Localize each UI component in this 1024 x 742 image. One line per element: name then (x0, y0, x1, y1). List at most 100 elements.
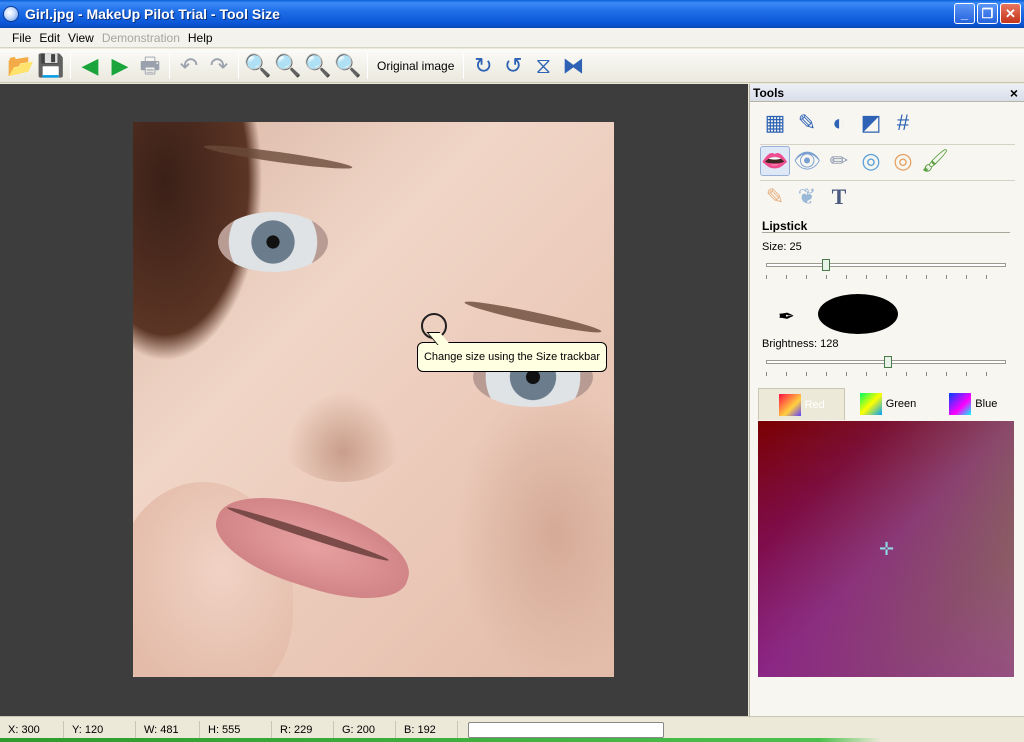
tab-blue[interactable]: Blue (931, 388, 1016, 420)
toolbar: 📂 💾 ◀ ▶ 🖶 ↶ ↷ 🔍 🔍 🔍 🔍 Original image ↻ ↺… (0, 49, 1024, 83)
channel-tabs: Red Green Blue (758, 388, 1016, 420)
photo-image[interactable] (133, 122, 614, 677)
app-icon[interactable] (3, 6, 19, 22)
arrow-right-icon: ▶ (111, 52, 129, 78)
tool-lipstick-button[interactable]: 👄 (760, 146, 790, 176)
arrow-left-icon: ◀ (81, 52, 99, 78)
zoom-out-button[interactable]: 🔍 (273, 51, 303, 81)
taskbar-stripe (0, 738, 1024, 742)
tools-row-3: ✎ ❦ T (760, 182, 856, 212)
red-swatch-icon (778, 393, 801, 416)
menu-edit[interactable]: Edit (35, 31, 64, 45)
tab-red[interactable]: Red (758, 388, 846, 420)
zoom-actual-icon: 🔍 (334, 52, 362, 78)
size-trackbar[interactable] (766, 259, 1006, 271)
zoom-in-button[interactable]: 🔍 (243, 51, 273, 81)
close-icon: ✕ (1005, 6, 1016, 21)
photo-right-brow (463, 297, 603, 337)
brightness-trackbar[interactable] (766, 356, 1006, 368)
size-label: Size: 25 (762, 241, 802, 253)
tool-powder-button[interactable]: ◎ (888, 146, 918, 176)
redo-button[interactable]: ↷ (204, 51, 234, 81)
tool-text-button[interactable]: T (824, 182, 854, 212)
panel-close-icon[interactable]: × (1010, 85, 1018, 101)
flip-horizontal-button[interactable]: ⧓ (558, 51, 588, 81)
photo-left-eye (218, 212, 328, 272)
menu-file[interactable]: File (8, 31, 35, 45)
tool-brush-button[interactable]: 🖌 (920, 146, 950, 176)
restore-button[interactable]: ❐ (977, 3, 998, 24)
status-y: Y: 120 (64, 720, 136, 739)
menu-bar: File Edit View Demonstration Help (0, 28, 1024, 48)
close-button[interactable]: ✕ (1000, 3, 1021, 24)
tool-concealer-button[interactable]: ✎ (760, 182, 790, 212)
toolbar-separator (367, 52, 368, 79)
section-title-lipstick: Lipstick (762, 219, 808, 233)
rotate-cw-button[interactable]: ↻ (468, 51, 498, 81)
zoom-actual-button[interactable]: 🔍 (333, 51, 363, 81)
progress-bar (468, 721, 664, 738)
back-button[interactable]: ◀ (75, 51, 105, 81)
save-icon: 💾 (37, 52, 65, 78)
image-canvas[interactable]: Change size using the Size trackbar (0, 84, 748, 716)
tools-panel-title: Tools (753, 85, 785, 100)
crosshair-icon: ✛ (879, 539, 895, 559)
powder-icon: ◎ (893, 148, 913, 173)
tool-contrast-button[interactable]: ◐ (824, 108, 854, 138)
window-title: Girl.jpg - MakeUp Pilot Trial - Tool Siz… (25, 6, 280, 22)
toolbar-separator (169, 52, 170, 79)
status-r: R: 229 (272, 720, 334, 739)
tool-feather-button[interactable]: ❦ (792, 182, 822, 212)
undo-icon: ↶ (179, 52, 199, 78)
tool-resize-button[interactable]: ◩ (856, 108, 886, 138)
status-g: G: 200 (334, 720, 396, 739)
toolbar-separator (238, 52, 239, 79)
flip-vertical-icon: ⧖ (535, 52, 552, 78)
undo-button[interactable]: ↶ (174, 51, 204, 81)
minimize-button[interactable]: _ (954, 3, 975, 24)
tool-retouch-button[interactable]: ✎ (792, 108, 822, 138)
tool-eyeliner-button[interactable]: ✏ (824, 146, 854, 176)
size-trackbar-ticks (766, 275, 1006, 279)
size-trackbar-thumb[interactable] (822, 259, 830, 271)
save-button[interactable]: 💾 (36, 51, 66, 81)
rotate-counterclockwise-icon: ↺ (504, 52, 523, 78)
status-h: H: 555 (200, 720, 272, 739)
brush-icon: 🖌 (921, 148, 949, 173)
lips-icon: 👄 (761, 148, 789, 173)
resize-icon: ◩ (860, 110, 882, 135)
flip-vertical-button[interactable]: ⧖ (528, 51, 558, 81)
color-preview (818, 294, 898, 334)
status-x: X: 300 (0, 720, 64, 739)
tool-crop-button[interactable]: # (888, 108, 918, 138)
tools-row-separator (760, 144, 1015, 145)
restore-icon: ❐ (981, 6, 994, 21)
tools-row-1: ▦ ✎ ◐ ◩ # (760, 108, 920, 138)
open-button[interactable]: 📂 (6, 51, 36, 81)
compact-icon: ◎ (861, 148, 881, 173)
tool-blush-button[interactable]: ◎ (856, 146, 886, 176)
original-image-button[interactable]: Original image (372, 59, 459, 73)
forward-button[interactable]: ▶ (105, 51, 135, 81)
tab-blue-label: Blue (975, 398, 998, 410)
menu-demonstration[interactable]: Demonstration (98, 31, 184, 45)
photo-shadow (454, 382, 614, 677)
status-w: W: 481 (136, 720, 200, 739)
blue-swatch-icon (949, 393, 972, 415)
tool-eyeshadow-button[interactable]: 👁 (792, 146, 822, 176)
menu-view[interactable]: View (64, 31, 98, 45)
title-bar[interactable]: Girl.jpg - MakeUp Pilot Trial - Tool Siz… (0, 0, 1024, 28)
menu-help[interactable]: Help (184, 31, 217, 45)
rotate-ccw-button[interactable]: ↺ (498, 51, 528, 81)
status-b: B: 192 (396, 720, 458, 739)
color-picker-field[interactable]: ✛ (758, 421, 1014, 677)
print-button[interactable]: 🖶 (135, 51, 165, 81)
tool-grid-button[interactable]: ▦ (760, 108, 790, 138)
brightness-trackbar-thumb[interactable] (884, 356, 892, 368)
eyedropper-icon[interactable]: ✒ (778, 304, 795, 329)
zoom-fit-button[interactable]: 🔍 (303, 51, 333, 81)
redo-icon: ↷ (209, 52, 229, 78)
tab-green[interactable]: Green (845, 388, 930, 420)
flip-horizontal-icon: ⧓ (562, 52, 585, 78)
tools-panel-header: Tools × (750, 84, 1024, 102)
